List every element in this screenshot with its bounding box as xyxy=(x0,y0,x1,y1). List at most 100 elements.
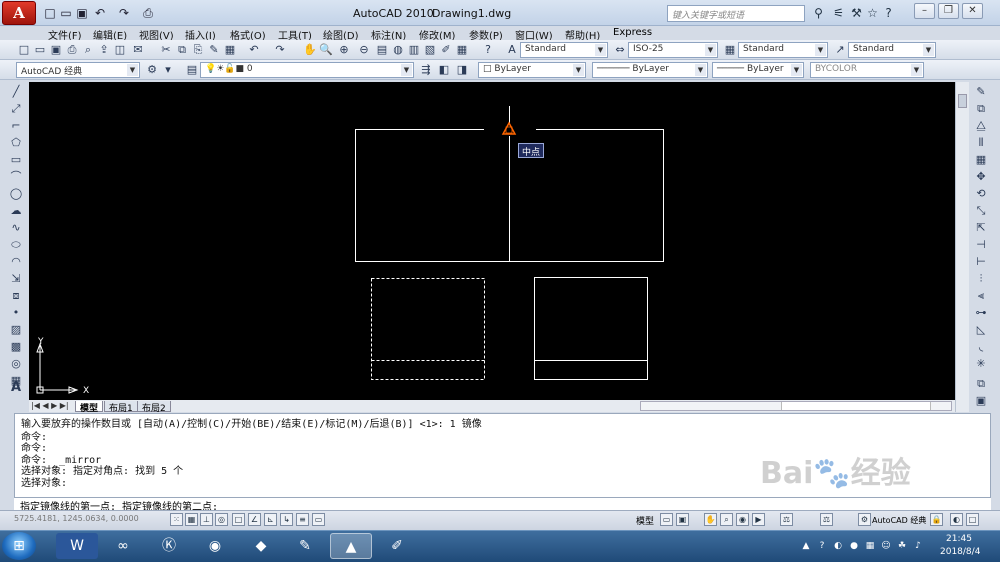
clean-screen-icon[interactable]: □ xyxy=(966,513,979,526)
snap-mode-toggle[interactable]: ⁙ xyxy=(170,513,183,526)
tray-arrow-icon[interactable]: ▲ xyxy=(800,540,812,552)
block-editor-icon[interactable]: ▦ xyxy=(222,42,238,58)
annotation-visibility-icon[interactable]: ⚖ xyxy=(820,513,833,526)
etransmit-icon[interactable]: ✉ xyxy=(130,42,146,58)
menu-express[interactable]: Express xyxy=(613,27,652,38)
minimize-button[interactable]: – xyxy=(914,3,935,19)
zoom-status-icon[interactable]: ⌕ xyxy=(720,513,733,526)
tray-app3-icon[interactable]: ☘ xyxy=(896,540,908,552)
open-file-icon[interactable]: ▭ xyxy=(58,5,74,21)
ellipse-icon[interactable]: ⬭ xyxy=(8,237,24,253)
green-app-icon[interactable]: ◆ xyxy=(240,533,282,559)
feather-app-icon[interactable]: ✎ xyxy=(284,533,326,559)
move-icon[interactable]: ✥ xyxy=(973,169,989,185)
steering-wheel-icon[interactable]: ◉ xyxy=(736,513,749,526)
word-app-icon[interactable]: W xyxy=(56,533,98,559)
clock-date[interactable]: 2018/8/4 xyxy=(940,547,980,557)
baidu-netdisk-icon[interactable]: ∞ xyxy=(102,533,144,559)
make-object-layer-current-icon[interactable]: ⇶ xyxy=(418,62,434,78)
favorites-star-icon[interactable]: ☆ xyxy=(864,5,881,21)
draw-order-icon[interactable]: ⧉ xyxy=(973,376,989,392)
tab-navigation-arrows[interactable]: |◀ ◀ ▶ ▶| xyxy=(31,401,69,410)
gradient-icon[interactable]: ▩ xyxy=(8,339,24,355)
mirror-icon[interactable]: ⧋ xyxy=(973,118,989,134)
calculator-icon[interactable]: ▦ xyxy=(454,42,470,58)
vertical-scrollbar[interactable] xyxy=(955,82,969,412)
save-icon[interactable]: ▣ xyxy=(74,5,90,21)
linetype-select[interactable]: ────── ByLayer ▼ xyxy=(592,62,708,78)
text-style-icon[interactable]: A xyxy=(504,42,520,58)
paint-app-icon[interactable]: ✐ xyxy=(376,533,418,559)
design-center-icon[interactable]: ◍ xyxy=(390,42,406,58)
plot-preview-icon[interactable]: ⌕ xyxy=(80,42,96,58)
tray-shield-icon[interactable]: ◐ xyxy=(832,540,844,552)
autocad-taskbar-icon[interactable]: ▲ xyxy=(330,533,372,559)
browser-icon[interactable]: ◉ xyxy=(194,533,236,559)
match-properties-icon[interactable]: ✎ xyxy=(206,42,222,58)
undo-icon[interactable]: ↶ xyxy=(92,5,108,21)
polygon-icon[interactable]: ⬠ xyxy=(8,135,24,151)
dyn-toggle[interactable]: ↳ xyxy=(280,513,293,526)
lineweight-toggle[interactable]: ≡ xyxy=(296,513,309,526)
hatch-icon[interactable]: ▨ xyxy=(8,322,24,338)
search-input[interactable]: 键入关键字或短语 xyxy=(667,5,805,22)
multileader-style-icon[interactable]: ↗ xyxy=(832,42,848,58)
dim-style-icon[interactable]: ⇔ xyxy=(612,42,628,58)
plot-icon[interactable]: ⎙ xyxy=(64,42,80,58)
sheet-set-icon[interactable]: ▧ xyxy=(422,42,438,58)
make-block-icon[interactable]: ⧈ xyxy=(8,288,24,304)
spline-icon[interactable]: ∿ xyxy=(8,220,24,236)
explode-icon[interactable]: ✳ xyxy=(973,356,989,372)
circle-icon[interactable]: ◯ xyxy=(8,186,24,202)
ducs-toggle[interactable]: ⊾ xyxy=(264,513,277,526)
help-icon[interactable]: ? xyxy=(480,42,496,58)
new-icon[interactable]: □ xyxy=(16,42,32,58)
rotate-icon[interactable]: ⟲ xyxy=(973,186,989,202)
publish-icon[interactable]: ⇪ xyxy=(96,42,112,58)
lock-ui-icon[interactable]: 🔒 xyxy=(930,513,943,526)
layer-select[interactable]: 💡☀🔓■ 0 ▼ xyxy=(200,62,414,78)
insert-block-icon[interactable]: ⇲ xyxy=(8,271,24,287)
dim-style-select[interactable]: ISO-25 ▼ xyxy=(628,42,718,58)
osnap-toggle[interactable]: □ xyxy=(232,513,245,526)
lineweight-select[interactable]: ───── ByLayer ▼ xyxy=(712,62,804,78)
isolate-objects-icon[interactable]: ◐ xyxy=(950,513,963,526)
horizontal-scrollbar[interactable] xyxy=(640,401,952,411)
close-button[interactable]: ✕ xyxy=(962,3,983,19)
tab-layout1[interactable]: 布局1 xyxy=(104,401,138,414)
construction-line-icon[interactable]: ⤢ xyxy=(8,101,24,117)
polar-toggle[interactable]: ◎ xyxy=(215,513,228,526)
color-select[interactable]: □ ByLayer ▼ xyxy=(478,62,586,78)
help-icon[interactable]: ? xyxy=(880,5,897,21)
application-menu-button[interactable]: A xyxy=(2,1,36,25)
text-style-select[interactable]: Standard ▼ xyxy=(520,42,608,58)
point-icon[interactable]: • xyxy=(8,305,24,321)
start-button[interactable]: ⊞ xyxy=(2,532,36,560)
copy-object-icon[interactable]: ⧉ xyxy=(973,101,989,117)
showmotion-icon[interactable]: ▶ xyxy=(752,513,765,526)
join-icon[interactable]: ⊶ xyxy=(973,305,989,321)
workspace-select[interactable]: AutoCAD 经典 ▼ xyxy=(16,62,140,78)
workspace-status-label[interactable]: AutoCAD 经典 xyxy=(872,515,926,526)
vertical-scroll-thumb[interactable] xyxy=(958,94,967,108)
subscription-icon[interactable]: ⚒ xyxy=(848,5,865,21)
grid-toggle[interactable]: ▦ xyxy=(185,513,198,526)
erase-icon[interactable]: ✎ xyxy=(973,84,989,100)
stretch-icon[interactable]: ⇱ xyxy=(973,220,989,236)
tray-volume-icon[interactable]: ♪ xyxy=(912,540,924,552)
copy-icon[interactable]: ⧉ xyxy=(174,42,190,58)
tray-app2-icon[interactable]: ☺ xyxy=(880,540,892,552)
3d-dwf-icon[interactable]: ◫ xyxy=(112,42,128,58)
plotstyle-select[interactable]: BYCOLOR ▼ xyxy=(810,62,924,78)
tray-app-icon[interactable]: ● xyxy=(848,540,860,552)
array-icon[interactable]: ▦ xyxy=(973,152,989,168)
break-at-point-icon[interactable]: ⫶ xyxy=(973,271,989,287)
horizontal-scroll-thumb[interactable] xyxy=(781,402,931,410)
quick-view-layouts-icon[interactable]: ▭ xyxy=(660,513,673,526)
pan-status-icon[interactable]: ✋ xyxy=(704,513,717,526)
cut-icon[interactable]: ✂ xyxy=(158,42,174,58)
workspace-dropdown-icon[interactable]: ▾ xyxy=(160,62,176,78)
redo-icon[interactable]: ↷ xyxy=(116,5,132,21)
drawing-canvas[interactable]: Y X 中点 xyxy=(29,82,955,400)
properties-icon[interactable]: ▤ xyxy=(374,42,390,58)
